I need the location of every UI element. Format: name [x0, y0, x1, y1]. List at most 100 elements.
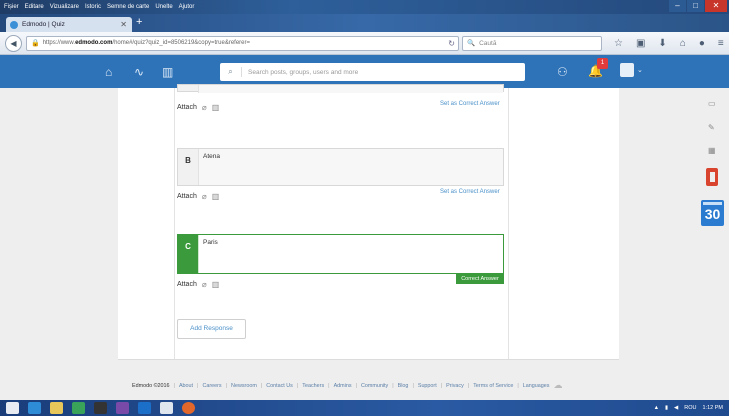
clipboard-icon[interactable]: ▭	[708, 99, 716, 108]
signal-icon[interactable]: ▮	[665, 405, 668, 411]
browser-toolbar-icons: ☆ ▣ ⬇ ⌂ ● ≡	[614, 38, 724, 49]
copyright-text: Edmodo ©2016	[132, 382, 170, 389]
attach-label[interactable]: Attach	[177, 193, 197, 200]
add-response-button[interactable]: Add Response	[177, 319, 246, 339]
menu-bookmarks[interactable]: Semne de carte	[107, 4, 149, 10]
activity-nav-icon[interactable]: ∿	[134, 65, 144, 79]
correct-answer-badge: Correct Answer	[456, 274, 504, 284]
footer-link-admins[interactable]: Admins	[334, 383, 352, 389]
attach-label[interactable]: Attach	[177, 281, 197, 288]
maximize-button[interactable]: □	[687, 0, 704, 12]
network-icon[interactable]: ▲	[654, 405, 659, 411]
footer-link-languages[interactable]: Languages	[523, 383, 550, 389]
wrench-icon[interactable]: ✎	[708, 123, 715, 132]
world-map-icon: ☁	[553, 380, 563, 390]
footer-link-newsroom[interactable]: Newsroom	[231, 383, 257, 389]
firefox-icon[interactable]	[182, 402, 195, 414]
calendar-icon[interactable]: 30	[701, 200, 724, 226]
favicon-icon	[10, 20, 18, 29]
set-correct-answer-link-a[interactable]: Set as Correct Answer	[440, 101, 500, 107]
backpack-icon[interactable]: ⚇	[557, 65, 568, 79]
answer-option-c: C Paris	[177, 234, 504, 274]
tab-bar: Edmodo | Quiz ✕ +	[0, 14, 729, 32]
volume-icon[interactable]: ◀	[674, 405, 678, 411]
navigation-bar: ◀ 🔒 https://www. edmodo.com/home#/quiz?qu…	[0, 32, 729, 55]
apps-grid-icon[interactable]: ▦	[708, 146, 716, 155]
menu-view[interactable]: Vizualizare	[50, 4, 79, 10]
library-icon[interactable]: ▥	[212, 280, 220, 289]
notification-count-badge: 1	[597, 58, 608, 69]
download-icon[interactable]: ⬇	[658, 38, 666, 49]
menu-history[interactable]: Istoric	[85, 4, 101, 10]
footer-link-contact[interactable]: Contact Us	[266, 383, 293, 389]
hp-app-icon[interactable]	[138, 402, 151, 414]
clock[interactable]: 1:12 PM	[703, 405, 723, 411]
footer-link-about[interactable]: About	[179, 383, 193, 389]
footer-link-teachers[interactable]: Teachers	[302, 383, 324, 389]
footer-link-privacy[interactable]: Privacy	[446, 383, 464, 389]
menu-bar: Fișier Editare Vizualizare Istoric Semne…	[0, 0, 729, 14]
new-tab-button[interactable]: +	[136, 16, 142, 28]
star-icon[interactable]: ☆	[614, 38, 623, 49]
edmodo-search-placeholder: Search posts, groups, users and more	[248, 68, 359, 76]
footer-link-terms[interactable]: Terms of Service	[473, 383, 513, 389]
pocket-icon[interactable]: ●	[699, 38, 705, 49]
footer-link-support[interactable]: Support	[418, 383, 437, 389]
edmodo-search-input[interactable]: ⌕ Search posts, groups, users and more	[220, 63, 525, 81]
internet-explorer-icon[interactable]	[28, 402, 41, 414]
set-correct-answer-link-b[interactable]: Set as Correct Answer	[440, 189, 500, 195]
url-path: /home#/quiz?quiz_id=8506219&copy=true&re…	[112, 40, 251, 46]
store-icon[interactable]	[72, 402, 85, 414]
attach-row-a: Attach ⌀ ▥	[177, 103, 219, 112]
chevron-down-icon[interactable]: ⌄	[637, 66, 643, 74]
answer-text-field[interactable]: Paris	[198, 235, 503, 273]
page-footer: Edmodo ©2016 | About | Careers | Newsroom |…	[132, 380, 563, 390]
browser-search-placeholder: Caută	[479, 39, 497, 47]
document-app-icon[interactable]	[160, 402, 173, 414]
answer-letter: B	[178, 149, 198, 185]
search-icon: 🔍	[467, 40, 476, 47]
footer-link-community[interactable]: Community	[361, 383, 388, 389]
library-icon[interactable]: ▥	[212, 103, 220, 112]
answer-a-text[interactable]	[198, 85, 503, 93]
library-icon[interactable]: ▥	[212, 192, 220, 201]
camera-app-icon[interactable]	[94, 402, 107, 414]
paperclip-icon[interactable]: ⌀	[202, 103, 207, 112]
minimize-button[interactable]: –	[669, 0, 686, 12]
home-icon[interactable]: ⌂	[680, 38, 686, 49]
address-bar[interactable]: 🔒 https://www. edmodo.com/home#/quiz?quiz…	[26, 35, 459, 51]
paperclip-icon[interactable]: ⌀	[202, 280, 207, 289]
window-controls: – □ ✕	[669, 0, 727, 12]
footer-link-careers[interactable]: Careers	[202, 383, 221, 389]
answer-text-field[interactable]: Atena	[198, 149, 503, 185]
footer-link-blog[interactable]: Blog	[398, 383, 409, 389]
menu-file[interactable]: Fișier	[4, 4, 19, 10]
url-host: edmodo.com	[75, 40, 113, 46]
library-nav-icon[interactable]: ▥	[162, 65, 173, 79]
browser-tab[interactable]: Edmodo | Quiz ✕	[6, 17, 132, 32]
refresh-icon[interactable]: ↻	[448, 39, 455, 48]
menu-tools[interactable]: Unelte	[155, 4, 172, 10]
user-avatar[interactable]	[620, 63, 634, 77]
attach-label[interactable]: Attach	[177, 104, 197, 111]
paperclip-icon[interactable]: ⌀	[202, 192, 207, 201]
file-explorer-icon[interactable]	[50, 402, 63, 414]
hamburger-menu-icon[interactable]: ≡	[718, 38, 724, 49]
close-tab-icon[interactable]: ✕	[120, 20, 127, 29]
url-prefix: https://www.	[42, 40, 76, 46]
system-tray: ▲ ▮ ◀ ROU 1:12 PM	[654, 400, 723, 416]
media-app-icon[interactable]	[116, 402, 129, 414]
menu-help[interactable]: Ajutor	[179, 4, 195, 10]
search-icon: ⌕	[220, 67, 242, 77]
menu-edit[interactable]: Editare	[25, 4, 44, 10]
close-window-button[interactable]: ✕	[705, 0, 727, 12]
reading-list-icon[interactable]: ▣	[636, 38, 645, 49]
back-button[interactable]: ◀	[5, 34, 22, 52]
windows-start-icon[interactable]	[6, 402, 19, 414]
home-nav-icon[interactable]: ⌂	[105, 65, 112, 79]
lock-icon: 🔒	[31, 40, 40, 47]
language-indicator[interactable]: ROU	[684, 405, 696, 411]
browser-search-input[interactable]: 🔍 Caută	[462, 35, 602, 51]
attach-row-b: Attach ⌀ ▥	[177, 192, 219, 201]
office-icon[interactable]	[703, 168, 721, 189]
